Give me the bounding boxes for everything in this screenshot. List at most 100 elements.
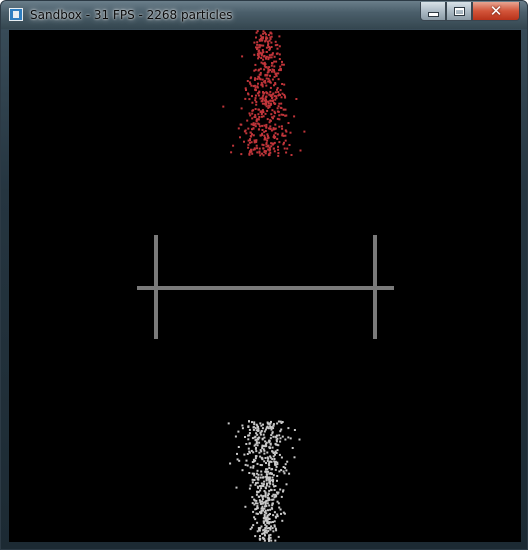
white-particle bbox=[274, 485, 277, 487]
red-particle bbox=[268, 154, 270, 157]
red-particle bbox=[261, 109, 264, 112]
red-particle bbox=[285, 130, 288, 133]
red-particle bbox=[278, 35, 281, 38]
white-particle bbox=[265, 462, 267, 464]
red-particle bbox=[273, 84, 275, 87]
white-particle bbox=[284, 466, 287, 469]
white-particle bbox=[253, 474, 256, 477]
white-particle bbox=[262, 509, 265, 512]
white-particle bbox=[265, 531, 268, 534]
white-particle bbox=[265, 487, 267, 490]
red-particle bbox=[267, 34, 270, 36]
white-particle bbox=[267, 498, 270, 501]
white-particle bbox=[258, 495, 261, 498]
red-particle bbox=[271, 109, 274, 112]
barrier-right-post bbox=[373, 235, 377, 339]
white-particle bbox=[266, 451, 269, 454]
white-particle bbox=[255, 429, 258, 432]
white-particle bbox=[254, 535, 257, 538]
white-particle bbox=[256, 444, 259, 447]
red-particle bbox=[283, 147, 286, 150]
white-particle bbox=[266, 502, 269, 505]
white-particle bbox=[272, 427, 275, 430]
white-particle bbox=[252, 428, 255, 431]
red-particle bbox=[269, 31, 272, 34]
white-particle bbox=[260, 507, 263, 510]
particle-scene[interactable] bbox=[9, 30, 521, 542]
white-particle bbox=[281, 519, 284, 522]
window-icon[interactable] bbox=[9, 8, 23, 21]
white-particle bbox=[256, 478, 259, 481]
white-particle bbox=[227, 422, 230, 425]
red-particle bbox=[274, 123, 277, 126]
white-particle bbox=[275, 465, 278, 468]
red-particle bbox=[280, 96, 283, 99]
white-particle bbox=[271, 450, 274, 453]
white-particle bbox=[293, 456, 296, 459]
red-particle bbox=[251, 117, 254, 120]
white-particle bbox=[258, 451, 261, 454]
white-particle bbox=[266, 426, 268, 429]
red-particle bbox=[277, 145, 279, 148]
red-particle bbox=[261, 85, 264, 88]
red-particle bbox=[251, 95, 253, 98]
red-particle bbox=[222, 105, 225, 108]
white-particle bbox=[263, 480, 266, 483]
red-particle bbox=[263, 138, 266, 141]
white-particle bbox=[287, 436, 290, 439]
white-particle bbox=[268, 446, 271, 449]
red-particle bbox=[259, 34, 262, 37]
white-particle bbox=[259, 502, 262, 505]
red-particle bbox=[274, 102, 277, 105]
white-particle bbox=[266, 468, 269, 471]
red-particle bbox=[249, 135, 252, 138]
white-particle bbox=[268, 485, 271, 488]
red-particle bbox=[264, 81, 267, 84]
white-particle bbox=[289, 437, 292, 440]
red-particle bbox=[281, 92, 284, 95]
minimize-button[interactable] bbox=[420, 2, 446, 21]
white-particle bbox=[266, 482, 268, 485]
red-particle bbox=[265, 51, 268, 53]
white-particle bbox=[246, 453, 249, 455]
white-particle bbox=[238, 459, 241, 462]
red-particle bbox=[256, 92, 259, 95]
white-particle bbox=[256, 505, 259, 508]
red-particle bbox=[259, 44, 262, 47]
white-particle bbox=[267, 493, 270, 495]
sandbox-canvas[interactable] bbox=[9, 30, 521, 542]
red-particle bbox=[272, 142, 275, 145]
white-particle bbox=[241, 424, 244, 427]
white-particle bbox=[259, 432, 262, 434]
white-particle bbox=[262, 483, 265, 486]
red-particle bbox=[254, 99, 257, 102]
white-particle bbox=[270, 479, 273, 482]
red-particle bbox=[277, 78, 280, 81]
red-particle bbox=[258, 90, 261, 93]
red-particle bbox=[261, 129, 264, 131]
red-particle bbox=[255, 36, 257, 39]
close-button[interactable]: ✕ bbox=[472, 2, 520, 21]
red-particle bbox=[263, 62, 266, 65]
red-particle bbox=[262, 147, 265, 150]
white-particle bbox=[248, 442, 251, 445]
red-particle bbox=[286, 147, 289, 150]
white-particle bbox=[254, 443, 257, 446]
red-particle bbox=[278, 114, 281, 117]
red-particle bbox=[241, 55, 244, 58]
red-particle bbox=[295, 98, 298, 100]
white-particle bbox=[260, 494, 263, 497]
red-particle bbox=[264, 130, 267, 132]
red-particle bbox=[244, 129, 247, 132]
title-bar[interactable]: Sandbox - 31 FPS - 2268 particles ✕ bbox=[1, 1, 527, 29]
red-particle bbox=[276, 52, 279, 55]
white-particle bbox=[254, 435, 257, 438]
red-particle bbox=[269, 104, 272, 106]
red-particle bbox=[279, 106, 282, 109]
maximize-button[interactable] bbox=[446, 2, 472, 21]
white-particle bbox=[265, 529, 268, 532]
red-particle bbox=[248, 112, 251, 115]
red-particle bbox=[265, 36, 268, 39]
white-particle bbox=[275, 452, 278, 454]
red-particle bbox=[249, 138, 252, 141]
